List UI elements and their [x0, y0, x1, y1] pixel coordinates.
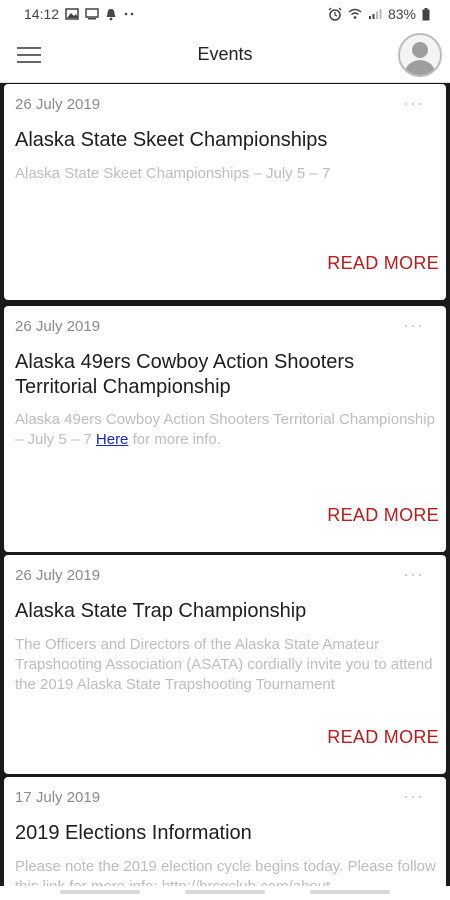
signal-icon [368, 9, 382, 19]
status-time: 14:12 [24, 6, 60, 22]
more-options-icon[interactable]: ··· [403, 564, 424, 585]
wifi-icon [348, 8, 362, 19]
event-title[interactable]: 2019 Elections Information [15, 821, 436, 846]
read-more-button[interactable]: READ MORE [327, 505, 439, 526]
monitor-icon [85, 8, 99, 20]
event-card[interactable]: 26 July 2019 ··· Alaska State Skeet Cham… [4, 84, 446, 300]
status-bar-left: 14:12 [24, 6, 135, 22]
battery-percent: 83% [387, 6, 416, 22]
event-date: 26 July 2019 [15, 318, 101, 335]
user-avatar-icon[interactable] [398, 33, 442, 77]
event-card[interactable]: 17 July 2019 ··· 2019 Elections Informat… [4, 777, 446, 892]
bell-off-icon [106, 8, 116, 20]
more-dots-icon [124, 12, 134, 16]
system-nav-bar [0, 886, 450, 900]
more-options-icon[interactable]: ··· [403, 93, 424, 114]
avatar-silhouette-icon [404, 42, 436, 75]
event-excerpt: The Officers and Directors of the Alaska… [15, 636, 433, 693]
nav-back-button[interactable] [310, 890, 390, 894]
excerpt-text: for more info. [128, 431, 221, 448]
more-options-icon[interactable]: ··· [403, 786, 424, 807]
page-title: Events [197, 44, 253, 64]
event-excerpt: Alaska State Skeet Championships – July … [15, 165, 331, 182]
nav-home-button[interactable] [185, 890, 265, 894]
event-date: 26 July 2019 [15, 567, 101, 584]
image-icon [65, 8, 79, 20]
excerpt-text: Alaska 49ers Cowboy Action Shooters Terr… [15, 411, 435, 448]
event-title[interactable]: Alaska State Trap Championship [15, 599, 436, 624]
battery-icon [422, 7, 430, 20]
event-excerpt: Alaska 49ers Cowboy Action Shooters Terr… [15, 410, 438, 450]
nav-recents-button[interactable] [60, 890, 140, 894]
status-bar: 14:12 83% [0, 0, 450, 28]
event-feed[interactable]: 26 July 2019 ··· Alaska State Skeet Cham… [0, 82, 450, 892]
event-card[interactable]: 26 July 2019 ··· Alaska State Trap Champ… [4, 555, 446, 774]
alarm-icon [328, 7, 342, 21]
event-date: 26 July 2019 [15, 96, 101, 113]
event-title[interactable]: Alaska State Skeet Championships [15, 128, 436, 153]
read-more-button[interactable]: READ MORE [327, 253, 439, 274]
app-bar: Events [0, 28, 450, 83]
event-title[interactable]: Alaska 49ers Cowboy Action Shooters Terr… [15, 350, 436, 400]
more-options-icon[interactable]: ··· [403, 315, 424, 336]
event-card[interactable]: 26 July 2019 ··· Alaska 49ers Cowboy Act… [4, 306, 446, 552]
status-bar-right: 83% [328, 6, 430, 22]
here-link[interactable]: Here [96, 431, 129, 448]
read-more-button[interactable]: READ MORE [327, 727, 439, 748]
event-date: 17 July 2019 [15, 789, 101, 806]
